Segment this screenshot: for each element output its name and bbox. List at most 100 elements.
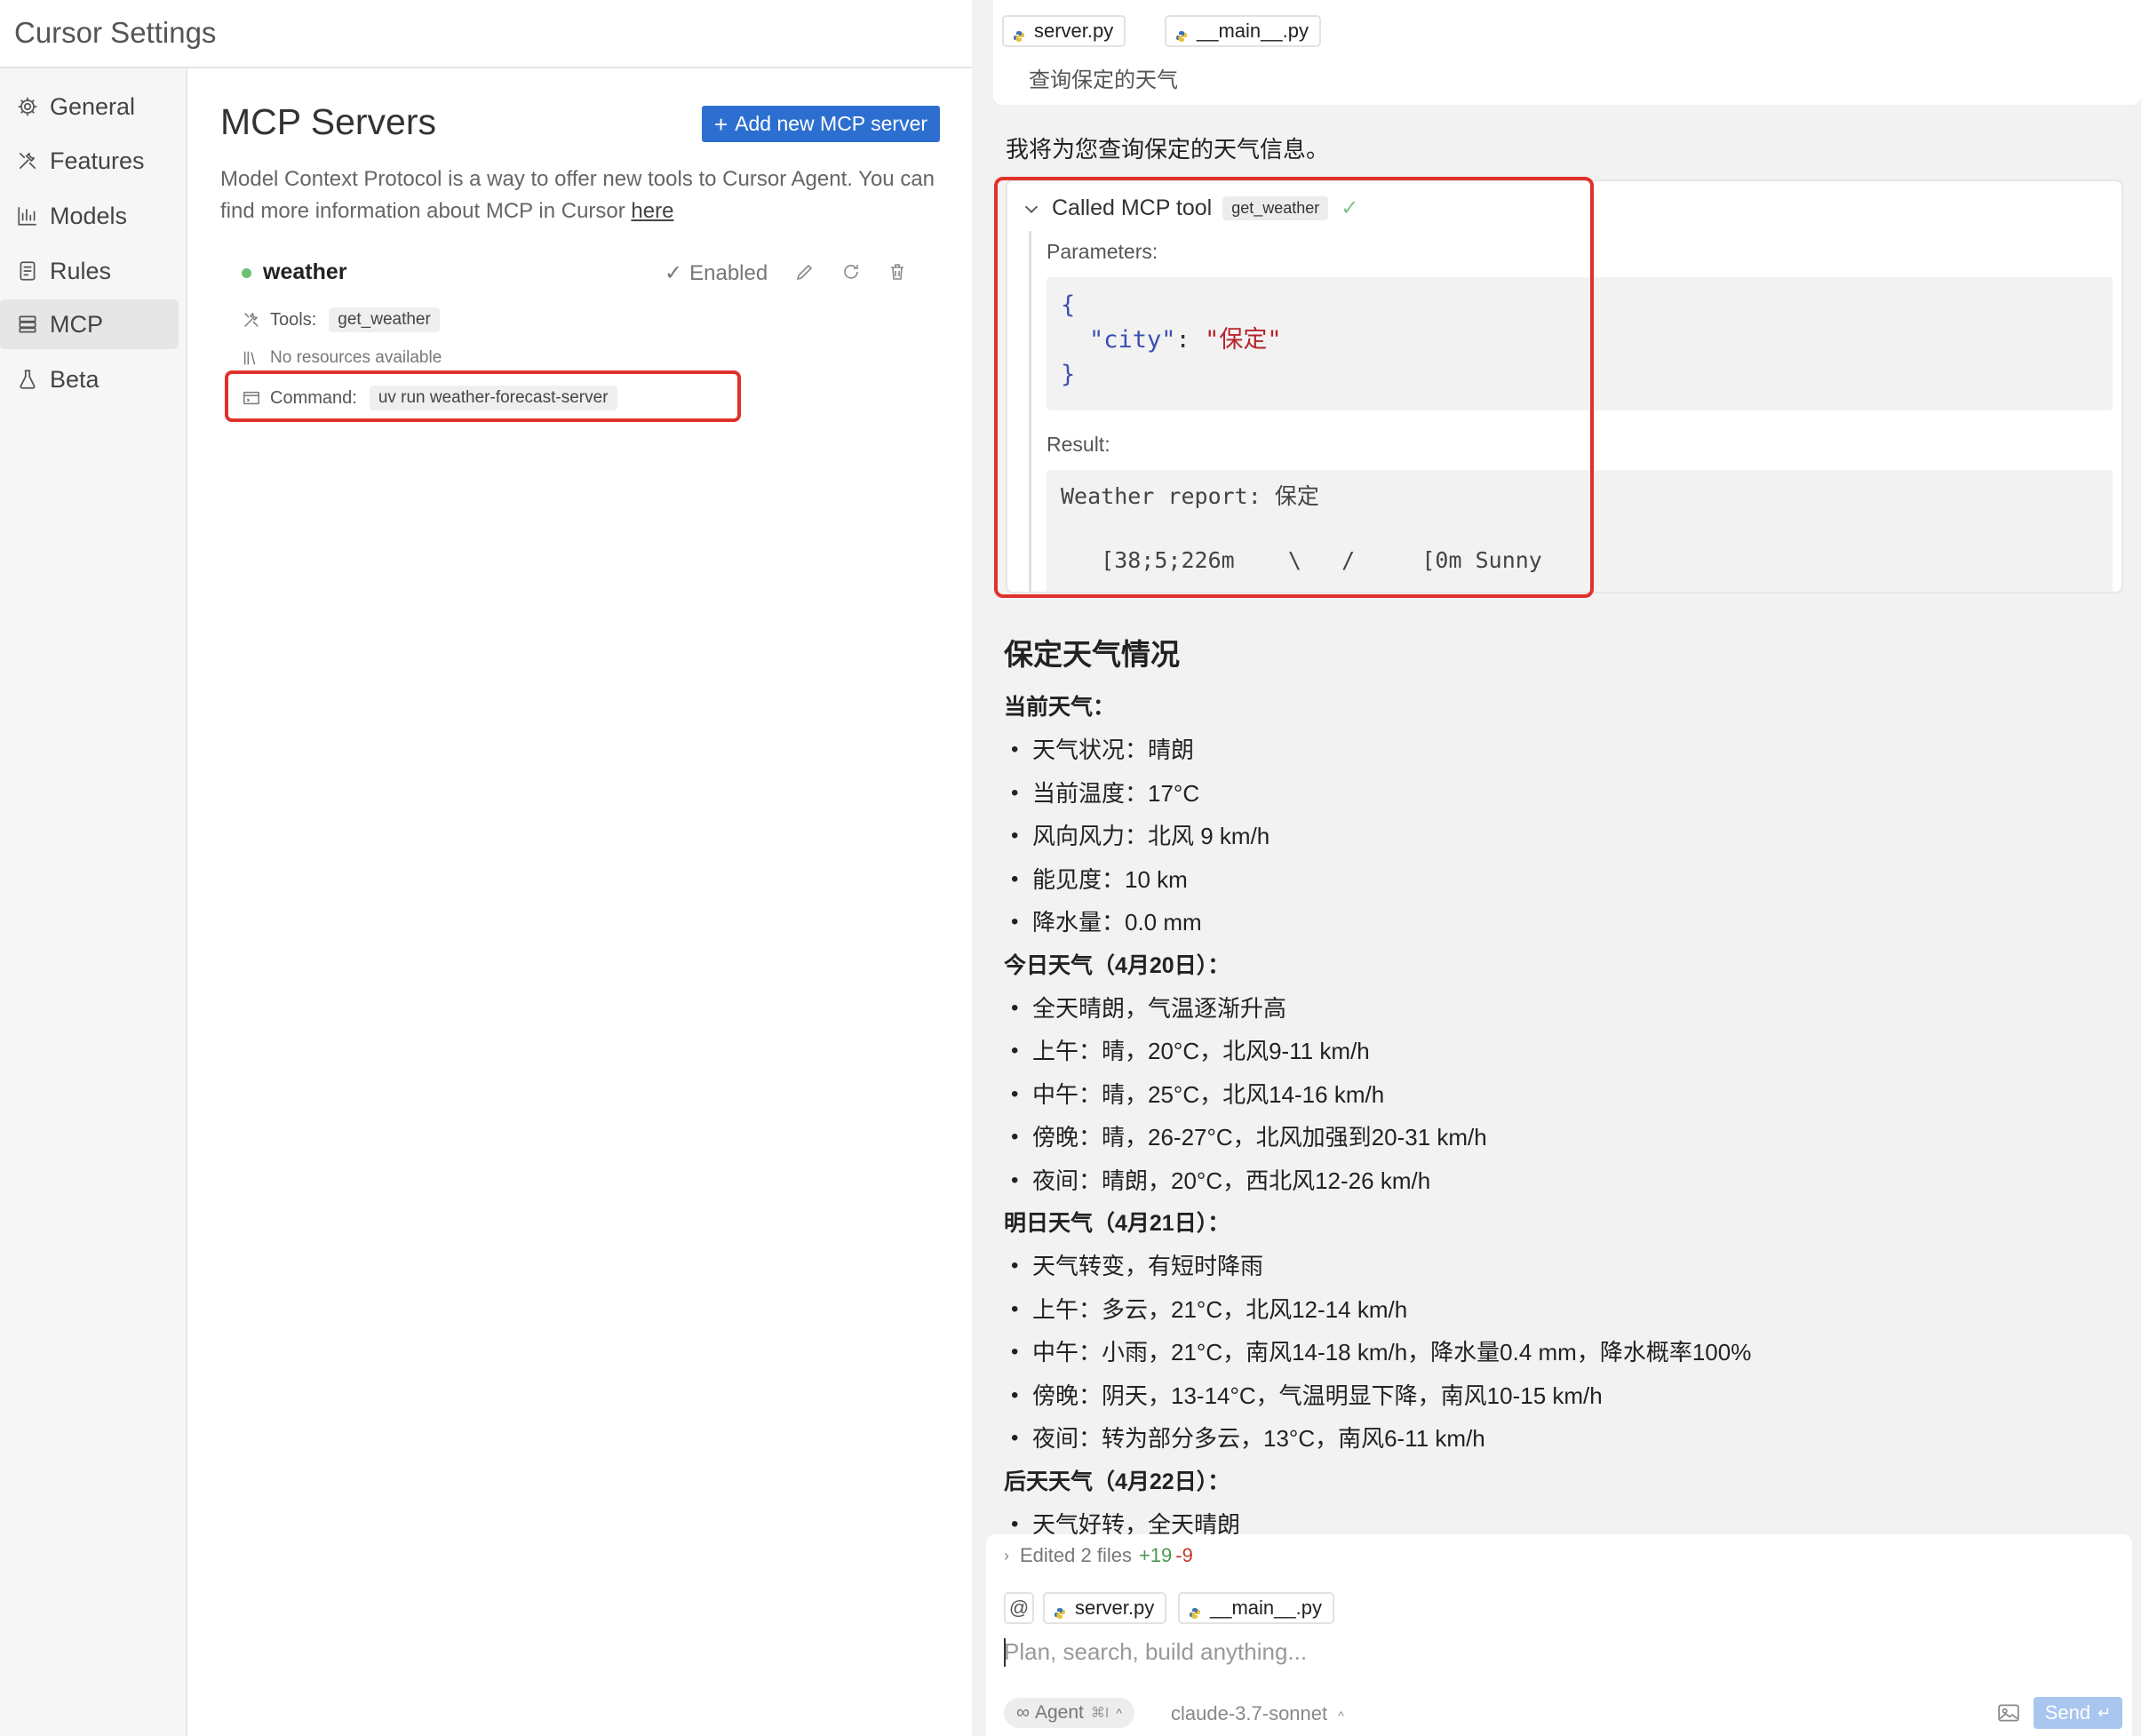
composer-input[interactable]: Plan, search, build anything... — [1004, 1638, 1307, 1666]
lines-added: +19 — [1138, 1544, 1173, 1566]
list-item: 天气转变，有短时降雨 — [1004, 1245, 2114, 1288]
refresh-icon — [844, 265, 858, 279]
pencil-icon — [796, 264, 813, 281]
resources-text: No resources available — [270, 348, 442, 367]
bar-chart-icon — [16, 204, 39, 227]
sidebar-item-models[interactable]: Models — [0, 191, 179, 241]
delete-server-button[interactable] — [885, 259, 910, 284]
image-icon[interactable] — [1997, 1702, 2020, 1724]
sidebar-item-label: Beta — [50, 365, 99, 393]
server-resources-row: No resources available — [242, 348, 442, 368]
context-chip-main-py[interactable]: __main__.py — [1178, 1592, 1334, 1624]
chevron-up-icon: ^ — [1338, 1708, 1344, 1723]
enabled-label: Enabled — [689, 260, 768, 285]
file-chip-label: server.py — [1034, 20, 1114, 42]
add-mcp-server-button[interactable]: + Add new MCP server — [702, 106, 940, 142]
plus-icon: + — [713, 110, 728, 138]
tool-chip: get_weather — [329, 307, 440, 332]
send-button[interactable]: Send ↵ — [2034, 1697, 2122, 1729]
sidebar-item-label: MCP — [50, 310, 103, 338]
agent-mode-selector[interactable]: ∞ Agent ⌘I ^ — [1004, 1698, 1134, 1728]
edited-files-toggle[interactable]: › Edited 2 files +19 -9 — [1004, 1544, 1193, 1567]
server-status-dot — [242, 268, 251, 278]
list-item: 全天晴朗，气温逐渐升高 — [1004, 987, 2114, 1031]
file-chip-server-py[interactable]: server.py — [1002, 15, 1126, 47]
server-tools-row: Tools: get_weather — [242, 307, 440, 332]
model-label: claude-3.7-sonnet — [1171, 1702, 1328, 1724]
section-list: 天气转变，有短时降雨 上午：多云，21°C，北风12-14 km/h 中午：小雨… — [1004, 1245, 2114, 1461]
trash-icon — [891, 264, 903, 280]
page-title: MCP Servers — [220, 101, 437, 142]
list-item: 上午：晴，20°C，北风9-11 km/h — [1004, 1030, 2114, 1073]
edit-server-button[interactable] — [792, 259, 817, 284]
file-chip-main-py[interactable]: __main__.py — [1165, 15, 1321, 47]
infinity-icon: ∞ — [1016, 1702, 1030, 1723]
sidebar-item-rules[interactable]: Rules — [0, 246, 179, 296]
sidebar-item-features[interactable]: Features — [0, 136, 179, 186]
weather-report: 保定天气情况 当前天气： 天气状况：晴朗 当前温度：17°C 风向风力：北风 9… — [1004, 631, 2114, 1546]
list-item: 当前温度：17°C — [1004, 772, 2114, 816]
server-enabled-toggle[interactable]: ✓ Enabled — [665, 260, 768, 286]
flask-icon — [16, 368, 39, 391]
section-list: 全天晴朗，气温逐渐升高 上午：晴，20°C，北风9-11 km/h 中午：晴，2… — [1004, 987, 2114, 1203]
tools-icon — [242, 310, 261, 330]
list-item: 天气状况：晴朗 — [1004, 729, 2114, 772]
list-item: 中午：晴，25°C，北风14-16 km/h — [1004, 1073, 2114, 1117]
list-item: 能见度：10 km — [1004, 858, 2114, 902]
tools-label: Tools: — [270, 309, 317, 330]
sidebar-item-general[interactable]: General — [0, 82, 179, 131]
chevron-up-icon: ^ — [1116, 1706, 1122, 1720]
sidebar-item-beta[interactable]: Beta — [0, 354, 179, 404]
mention-button[interactable]: @ — [1004, 1592, 1034, 1624]
section-heading: 当前天气： — [1004, 695, 1116, 720]
file-chip-label: __main__.py — [1197, 20, 1309, 42]
assistant-intro: 我将为您查询保定的天气信息。 — [1006, 136, 1330, 163]
refresh-server-button[interactable] — [839, 259, 864, 284]
command-highlight-box — [225, 370, 741, 422]
agent-shortcut: ⌘I — [1090, 1706, 1110, 1721]
library-icon — [242, 348, 261, 368]
sidebar-item-label: Models — [50, 202, 128, 229]
sidebar-item-mcp[interactable]: MCP — [0, 299, 179, 349]
context-chip-server-py[interactable]: server.py — [1043, 1592, 1167, 1624]
settings-title: Cursor Settings — [14, 16, 217, 49]
tools-icon — [16, 149, 39, 172]
report-title: 保定天气情况 — [1004, 638, 1180, 671]
list-item: 夜间：晴朗，20°C，西北风12-26 km/h — [1004, 1159, 2114, 1203]
file-chip-label: server.py — [1075, 1597, 1155, 1619]
settings-sidebar: General Features Models Rules MCP Beta — [0, 68, 187, 1736]
list-item: 中午：小雨，21°C，南风14-18 km/h，降水量0.4 mm，降水概率10… — [1004, 1331, 2114, 1374]
check-icon: ✓ — [665, 261, 683, 285]
mcp-description-text: Model Context Protocol is a way to offer… — [220, 167, 935, 223]
mcp-description: Model Context Protocol is a way to offer… — [220, 163, 949, 227]
file-chip-label: __main__.py — [1210, 1597, 1322, 1619]
document-icon — [16, 259, 39, 283]
python-file-icon — [1054, 1602, 1066, 1619]
user-query: 查询保定的天气 — [1029, 68, 1178, 92]
list-item: 降水量：0.0 mm — [1004, 901, 2114, 944]
server-name: weather — [263, 259, 347, 284]
python-file-icon — [1189, 1602, 1201, 1619]
list-item: 傍晚：阴天，13-14°C，气温明显下降，南风10-15 km/h — [1004, 1374, 2114, 1418]
section-heading: 后天天气（4月22日）： — [1004, 1469, 1230, 1494]
send-label: Send — [2044, 1701, 2091, 1724]
section-heading: 今日天气（4月20日）： — [1004, 952, 1230, 978]
list-item: 风向风力：北风 9 km/h — [1004, 815, 2114, 858]
list-item: 上午：多云，21°C，北风12-14 km/h — [1004, 1288, 2114, 1332]
section-heading: 明日天气（4月21日）： — [1004, 1211, 1230, 1236]
tool-call-highlight-box — [994, 177, 1594, 598]
list-item: 夜间：转为部分多云，13°C，南风6-11 km/h — [1004, 1417, 2114, 1461]
settings-panel: Cursor Settings General Features Models — [0, 0, 972, 1736]
list-item: 傍晚：晴，26-27°C，北风加强到20-31 km/h — [1004, 1116, 2114, 1159]
gear-icon — [16, 95, 39, 118]
sidebar-item-label: General — [50, 92, 136, 120]
mcp-docs-link[interactable]: here — [631, 199, 673, 223]
sidebar-item-label: Features — [50, 147, 145, 174]
lines-removed: -9 — [1175, 1544, 1193, 1566]
chevron-right-icon: › — [1004, 1546, 1009, 1565]
model-selector[interactable]: claude-3.7-sonnet ^ — [1171, 1702, 1344, 1725]
add-mcp-server-label: Add new MCP server — [735, 112, 928, 135]
user-message-card: server.py __main__.py 查询保定的天气 — [993, 0, 2141, 105]
python-file-icon — [1013, 25, 1025, 42]
edited-label: Edited 2 files — [1020, 1544, 1132, 1566]
